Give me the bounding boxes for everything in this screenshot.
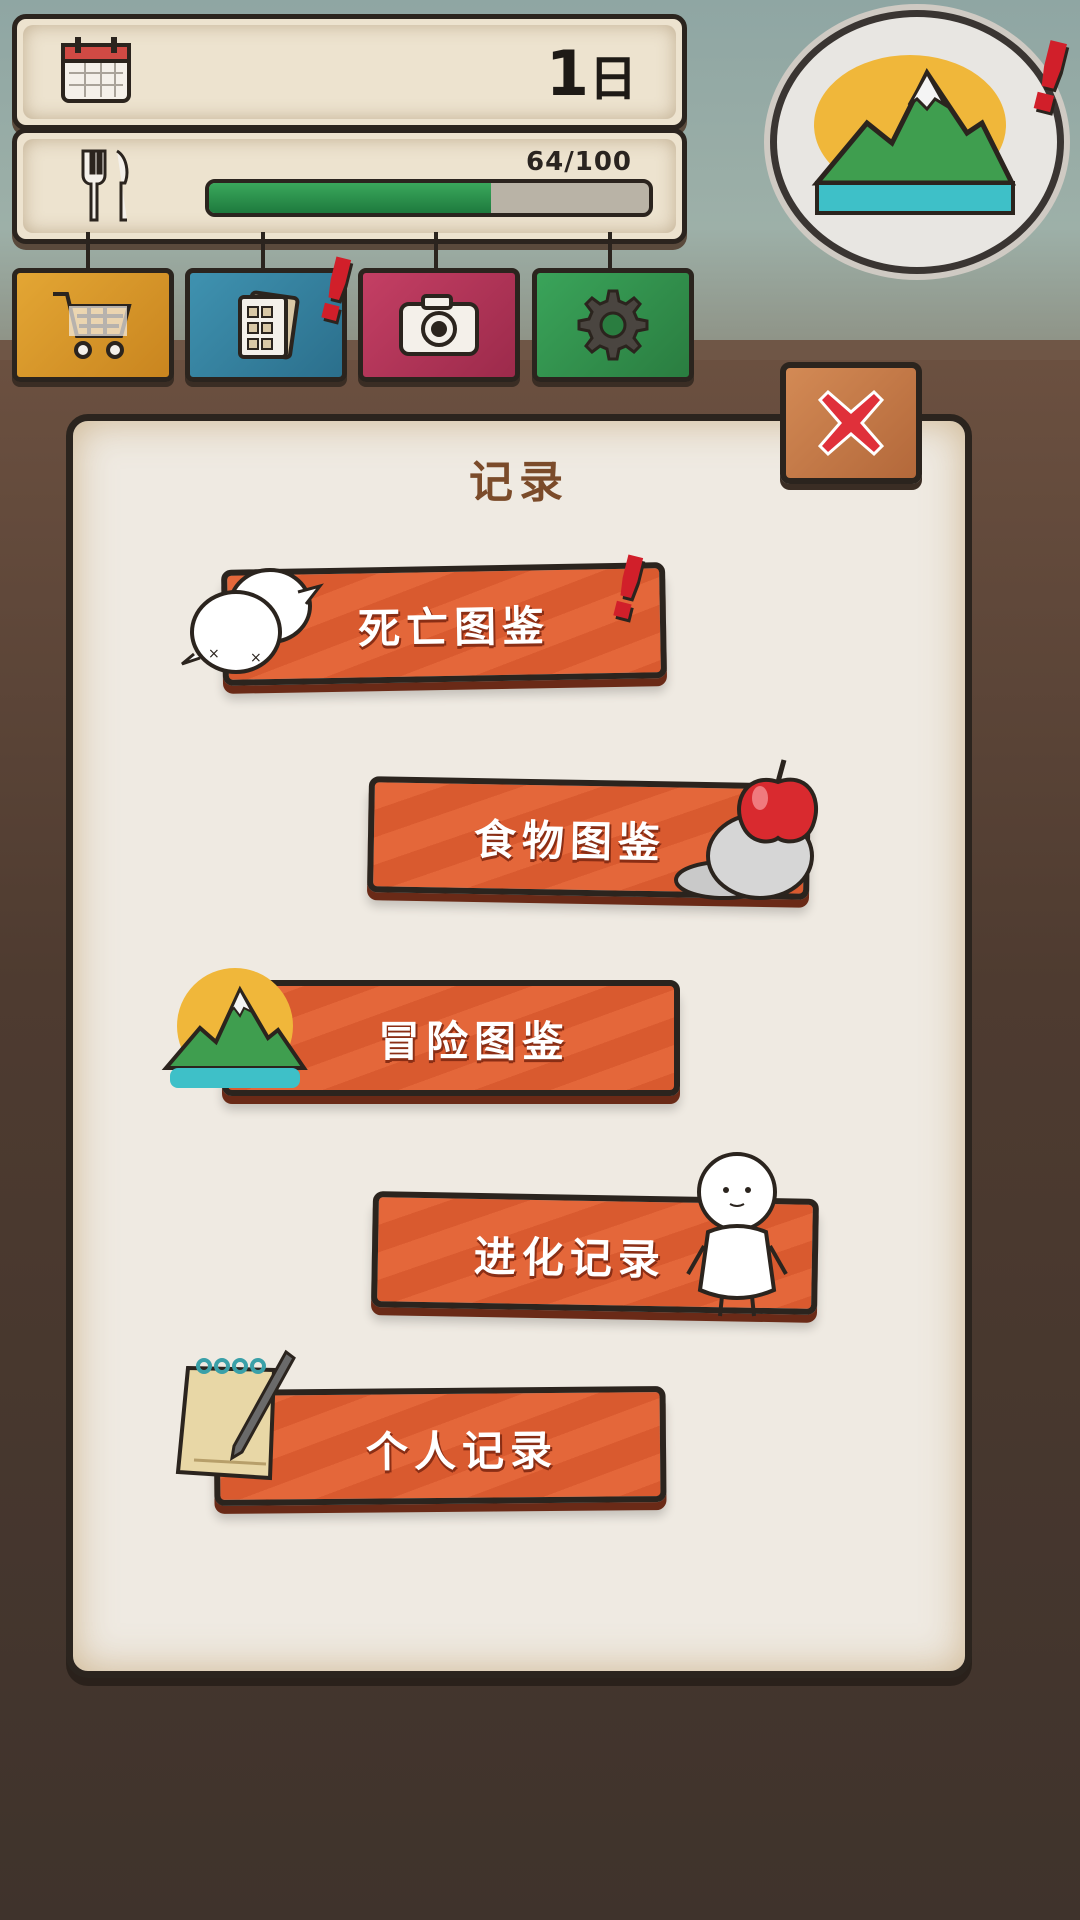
svg-text:×: × xyxy=(250,650,262,666)
shop-button[interactable] xyxy=(12,268,174,382)
svg-text:×: × xyxy=(208,646,220,662)
close-icon xyxy=(817,389,885,457)
notepad-pen-icon xyxy=(175,1349,296,1481)
fork-knife-icon xyxy=(81,149,129,222)
day-unit: 日 xyxy=(588,51,637,107)
food-panel: 64/100 xyxy=(12,128,687,244)
hanging-string xyxy=(261,232,265,272)
close-button[interactable] xyxy=(780,362,922,484)
hanging-string xyxy=(86,232,90,272)
dead-creature-icon: × × xyxy=(181,568,324,674)
apple-on-rock-icon xyxy=(674,759,819,900)
hanging-string xyxy=(608,232,612,272)
food-progress-bar xyxy=(205,179,653,217)
food-progress-fill xyxy=(209,183,491,213)
day-counter: 1日 xyxy=(546,37,637,110)
settings-button[interactable] xyxy=(532,268,694,382)
hanging-string xyxy=(434,232,438,272)
adventure-mountain-icon xyxy=(161,968,308,1088)
adventure-encyclopedia-label: 冒险图鉴 xyxy=(378,1017,571,1066)
personal-record-label: 个人记录 xyxy=(365,1425,559,1477)
adventure-badge[interactable] xyxy=(770,10,1064,274)
camera-button[interactable] xyxy=(358,268,520,382)
day-number: 1 xyxy=(545,37,589,110)
notebook-icon xyxy=(238,290,300,360)
death-encyclopedia-label: 死亡图鉴 xyxy=(357,601,551,654)
evolution-record-label: 进化记录 xyxy=(473,1231,667,1285)
mountain-icon xyxy=(811,55,1017,215)
calendar-icon xyxy=(61,37,131,103)
day-counter-panel: 1日 xyxy=(12,14,687,130)
food-value: 64/100 xyxy=(526,147,632,177)
shopping-cart-icon xyxy=(53,292,132,359)
camera-icon xyxy=(399,294,479,356)
food-encyclopedia-label: 食物图鉴 xyxy=(473,814,667,868)
white-creature-icon xyxy=(686,1152,788,1317)
gear-icon xyxy=(577,289,649,361)
